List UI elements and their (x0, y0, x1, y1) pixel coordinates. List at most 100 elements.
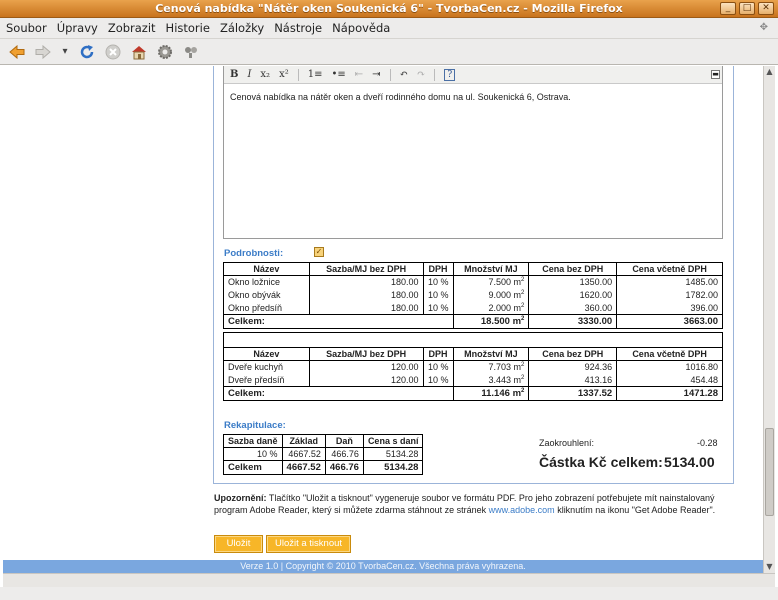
item-qty: 2.000 (488, 302, 511, 313)
save-button[interactable]: Uložit (214, 535, 263, 553)
unit-exponent: 2 (521, 316, 525, 322)
column-header: Cena bez DPH (528, 262, 618, 276)
recap-total-label: Celkem (223, 460, 283, 475)
save-print-button[interactable]: Uložit a tisknout (266, 535, 351, 553)
total-unit: m (512, 316, 522, 328)
back-arrow-icon[interactable] (8, 43, 26, 61)
item-net: 1350.00 (528, 275, 618, 289)
item-name: Okno ložnice (223, 275, 310, 289)
item-qty-cell: 2.000 m2 (452, 301, 530, 315)
column-header: Základ (281, 434, 326, 448)
warning-text-end: kliknutím na ikonu "Get Adobe Reader". (554, 505, 716, 515)
undo-button[interactable]: ↶ (400, 69, 408, 80)
rounding-label: Zaokrouhlení: (539, 438, 595, 448)
description-editor[interactable]: B I x₂ x² 1≡ •≡ ⇤ ⇥ ↶ ↷ ? ▬ Cenová nabíd… (223, 66, 723, 239)
item-unit: m (513, 277, 522, 288)
bold-button[interactable]: B (230, 69, 238, 80)
adobe-link[interactable]: www.adobe.com (489, 505, 555, 515)
help-button[interactable]: ? (444, 68, 456, 81)
table-row: Dveře předsíň 120.00 10 % 3.443 m2 413.1… (223, 373, 723, 387)
minimize-button[interactable]: _ (720, 2, 736, 15)
toolbar-separator (389, 68, 391, 81)
item-qty: 7.500 (488, 277, 511, 288)
item-gross: 1782.00 (616, 288, 723, 302)
page-footer: Verze 1.0 | Copyright © 2010 TvorbaCen.c… (3, 560, 763, 573)
menu-tools[interactable]: Nástroje (274, 21, 322, 35)
rounding-value: -0.28 (697, 438, 718, 448)
scroll-thumb[interactable] (765, 428, 774, 516)
unit-exponent: 2 (521, 277, 525, 284)
grand-total-value: 5134.00 (664, 454, 715, 470)
column-header: DPH (422, 262, 454, 276)
menu-file[interactable]: Soubor (6, 21, 47, 35)
subscript-button[interactable]: x₂ (260, 69, 270, 80)
forward-arrow-icon[interactable] (34, 43, 52, 61)
menu-help[interactable]: Nápověda (332, 21, 390, 35)
table-row: Okno ložnice 180.00 10 % 7.500 m2 1350.0… (223, 275, 723, 289)
recap-tax: 466.76 (324, 447, 364, 461)
item-name: Dveře kuchyň (223, 360, 310, 374)
doors-table: Název Sazba/MJ bez DPH DPH Množství MJ C… (223, 332, 723, 402)
table-row: 10 % 4667.52 466.76 5134.28 (223, 447, 424, 461)
item-vat: 10 % (422, 288, 454, 302)
status-bar (0, 587, 778, 600)
item-unit: m (513, 362, 522, 373)
column-header: Cena včetně DPH (616, 347, 723, 361)
item-net: 924.36 (528, 360, 618, 374)
extension-icon[interactable] (182, 43, 200, 61)
home-icon[interactable] (130, 43, 148, 61)
recap-total-base: 4667.52 (281, 460, 326, 475)
menu-history[interactable]: Historie (166, 21, 210, 35)
details-checkbox[interactable]: ✓ (314, 247, 324, 257)
recap-rate: 10 % (223, 447, 283, 461)
grand-total-label: Částka Kč celkem: (539, 454, 663, 470)
maximize-button[interactable]: □ (739, 2, 755, 15)
window-controls: _ □ ✕ (720, 2, 774, 15)
offer-panel: B I x₂ x² 1≡ •≡ ⇤ ⇥ ↶ ↷ ? ▬ Cenová nabíd… (213, 66, 734, 484)
editor-toolbar: B I x₂ x² 1≡ •≡ ⇤ ⇥ ↶ ↷ ? ▬ (224, 66, 722, 84)
horizontal-scrollbar[interactable] (3, 573, 775, 587)
item-qty: 7.703 (488, 362, 511, 373)
unit-exponent: 2 (521, 302, 525, 309)
total-gross: 3663.00 (616, 313, 723, 330)
recap-label: Rekapitulace: (224, 420, 286, 431)
outdent-button[interactable]: ⇤ (355, 69, 363, 80)
menu-edit[interactable]: Úpravy (57, 21, 98, 35)
recap-base: 4667.52 (281, 447, 326, 461)
collapse-toolbar-icon[interactable]: ▬ (711, 70, 720, 79)
unit-exponent: 2 (521, 388, 525, 394)
scroll-up-icon[interactable]: ▲ (764, 66, 775, 78)
column-header: Daň (324, 434, 364, 448)
italic-button[interactable]: I (247, 69, 251, 80)
column-header: Množství MJ (452, 347, 530, 361)
item-name: Okno předsíň (223, 301, 310, 315)
redo-button[interactable]: ↷ (417, 69, 425, 80)
total-net: 3330.00 (528, 313, 618, 330)
scroll-down-icon[interactable]: ▼ (764, 561, 775, 573)
item-unit: m (513, 302, 522, 313)
vertical-scrollbar[interactable]: ▲ ▼ (763, 66, 775, 573)
recap-total-tax: 466.76 (324, 460, 364, 475)
item-rate: 120.00 (308, 373, 424, 387)
history-dropdown-icon[interactable]: ▾ (60, 43, 70, 61)
item-unit: m (513, 290, 522, 300)
column-header: DPH (422, 347, 454, 361)
superscript-button[interactable]: x² (279, 69, 289, 80)
indent-button[interactable]: ⇥ (372, 69, 380, 80)
stop-icon[interactable] (104, 43, 122, 61)
total-qty: 11.146 (481, 388, 510, 400)
menu-bookmarks[interactable]: Záložky (220, 21, 264, 35)
menu-view[interactable]: Zobrazit (108, 21, 156, 35)
numbered-list-button[interactable]: 1≡ (308, 69, 323, 80)
total-label: Celkem: (223, 313, 454, 330)
close-button[interactable]: ✕ (758, 2, 774, 15)
details-label: Podrobnosti: (224, 248, 284, 259)
bullet-list-button[interactable]: •≡ (331, 69, 345, 80)
table-row: Dveře kuchyň 120.00 10 % 7.703 m2 924.36… (223, 360, 723, 374)
settings-gear-icon[interactable] (156, 43, 174, 61)
reload-icon[interactable] (78, 43, 96, 61)
unit-exponent: 2 (521, 290, 525, 296)
item-qty: 9.000 (488, 290, 511, 300)
unit-exponent: 2 (521, 362, 525, 369)
editor-text[interactable]: Cenová nabídka na nátěr oken a dveří rod… (224, 84, 722, 110)
